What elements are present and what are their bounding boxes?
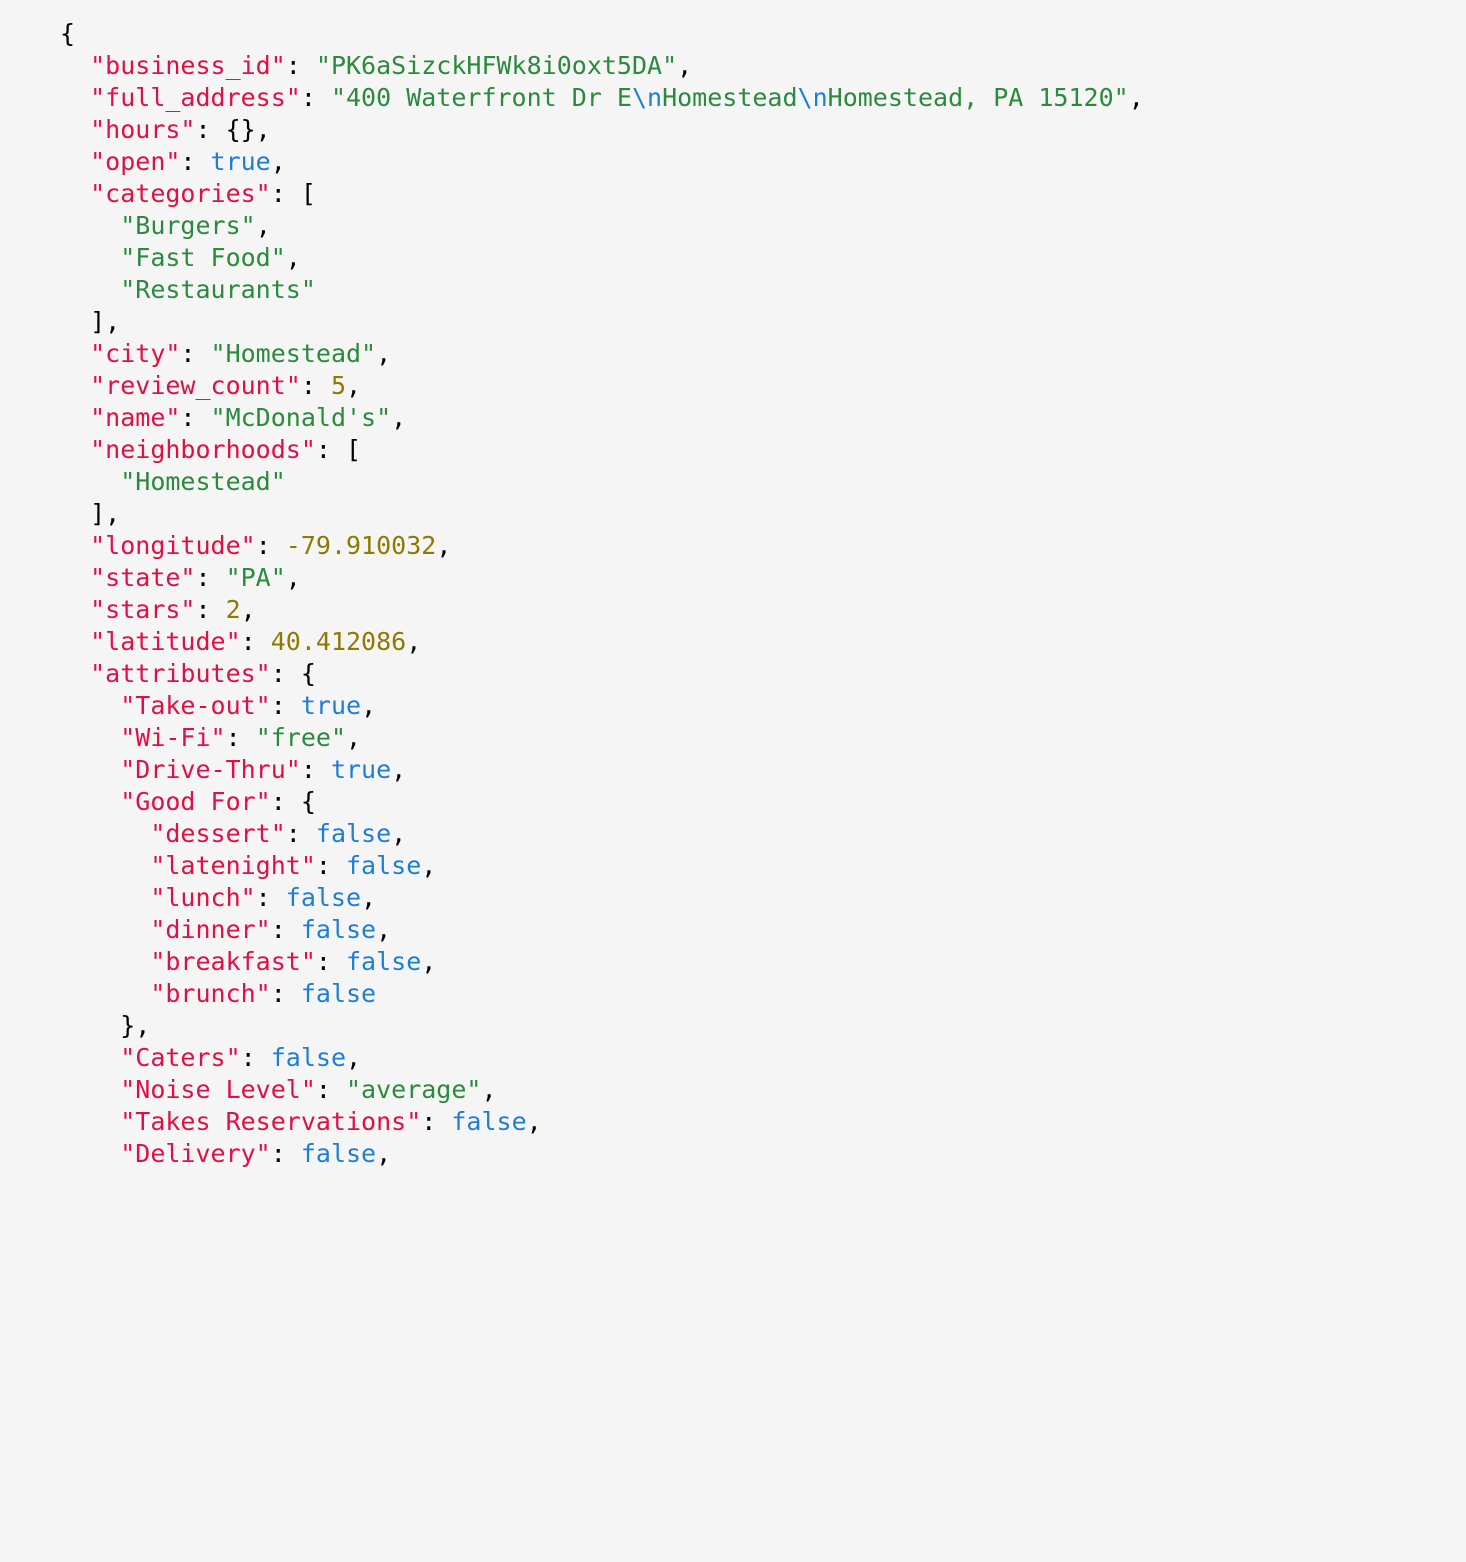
val-open: true: [211, 147, 271, 176]
val-stars: 2: [226, 595, 241, 624]
val-gf-breakfast: false: [346, 947, 421, 976]
json-code-block: { "business_id": "PK6aSizckHFWk8i0oxt5DA…: [0, 0, 1466, 1170]
val-full-address-p2: Homestead: [662, 83, 797, 112]
val-attr-caters: false: [271, 1043, 346, 1072]
val-gf-dessert: false: [316, 819, 391, 848]
key-attr-goodfor: "Good For": [120, 787, 271, 816]
val-business-id: "PK6aSizckHFWk8i0oxt5DA": [316, 51, 677, 80]
key-gf-latenight: "latenight": [150, 851, 316, 880]
val-gf-brunch: false: [301, 979, 376, 1008]
key-stars: "stars": [90, 595, 195, 624]
val-neighborhoods-0: "Homestead": [120, 467, 286, 496]
key-attr-wifi: "Wi-Fi": [120, 723, 225, 752]
escape-newline: \n: [632, 83, 662, 112]
key-business-id: "business_id": [90, 51, 286, 80]
val-attr-wifi: "free": [256, 723, 346, 752]
key-review-count: "review_count": [90, 371, 301, 400]
key-gf-dessert: "dessert": [150, 819, 285, 848]
val-full-address-p3: Homestead, PA 15120": [828, 83, 1129, 112]
key-hours: "hours": [90, 115, 195, 144]
key-city: "city": [90, 339, 180, 368]
val-state: "PA": [226, 563, 286, 592]
val-full-address-p1: "400 Waterfront Dr E: [331, 83, 632, 112]
key-attr-takeout: "Take-out": [120, 691, 271, 720]
val-longitude: -79.910032: [286, 531, 437, 560]
val-attr-delivery: false: [301, 1139, 376, 1168]
val-attr-reserv: false: [451, 1107, 526, 1136]
val-categories-2: "Restaurants": [120, 275, 316, 304]
key-gf-breakfast: "breakfast": [150, 947, 316, 976]
val-attr-takeout: true: [301, 691, 361, 720]
key-attr-noise: "Noise Level": [120, 1075, 316, 1104]
key-gf-brunch: "brunch": [150, 979, 270, 1008]
key-gf-dinner: "dinner": [150, 915, 270, 944]
escape-newline: \n: [798, 83, 828, 112]
val-city: "Homestead": [211, 339, 377, 368]
key-neighborhoods: "neighborhoods": [90, 435, 316, 464]
val-gf-lunch: false: [286, 883, 361, 912]
val-gf-latenight: false: [346, 851, 421, 880]
val-attr-noise: "average": [346, 1075, 481, 1104]
key-latitude: "latitude": [90, 627, 241, 656]
val-categories-0: "Burgers": [120, 211, 255, 240]
val-review-count: 5: [331, 371, 346, 400]
key-attr-delivery: "Delivery": [120, 1139, 271, 1168]
key-state: "state": [90, 563, 195, 592]
key-longitude: "longitude": [90, 531, 256, 560]
val-gf-dinner: false: [301, 915, 376, 944]
val-categories-1: "Fast Food": [120, 243, 286, 272]
val-attr-drivethru: true: [331, 755, 391, 784]
key-full-address: "full_address": [90, 83, 301, 112]
key-open: "open": [90, 147, 180, 176]
key-name: "name": [90, 403, 180, 432]
key-categories: "categories": [90, 179, 271, 208]
key-attr-drivethru: "Drive-Thru": [120, 755, 301, 784]
key-attr-caters: "Caters": [120, 1043, 240, 1072]
val-latitude: 40.412086: [271, 627, 406, 656]
key-attr-reserv: "Takes Reservations": [120, 1107, 421, 1136]
key-attributes: "attributes": [90, 659, 271, 688]
val-name: "McDonald's": [211, 403, 392, 432]
key-gf-lunch: "lunch": [150, 883, 255, 912]
